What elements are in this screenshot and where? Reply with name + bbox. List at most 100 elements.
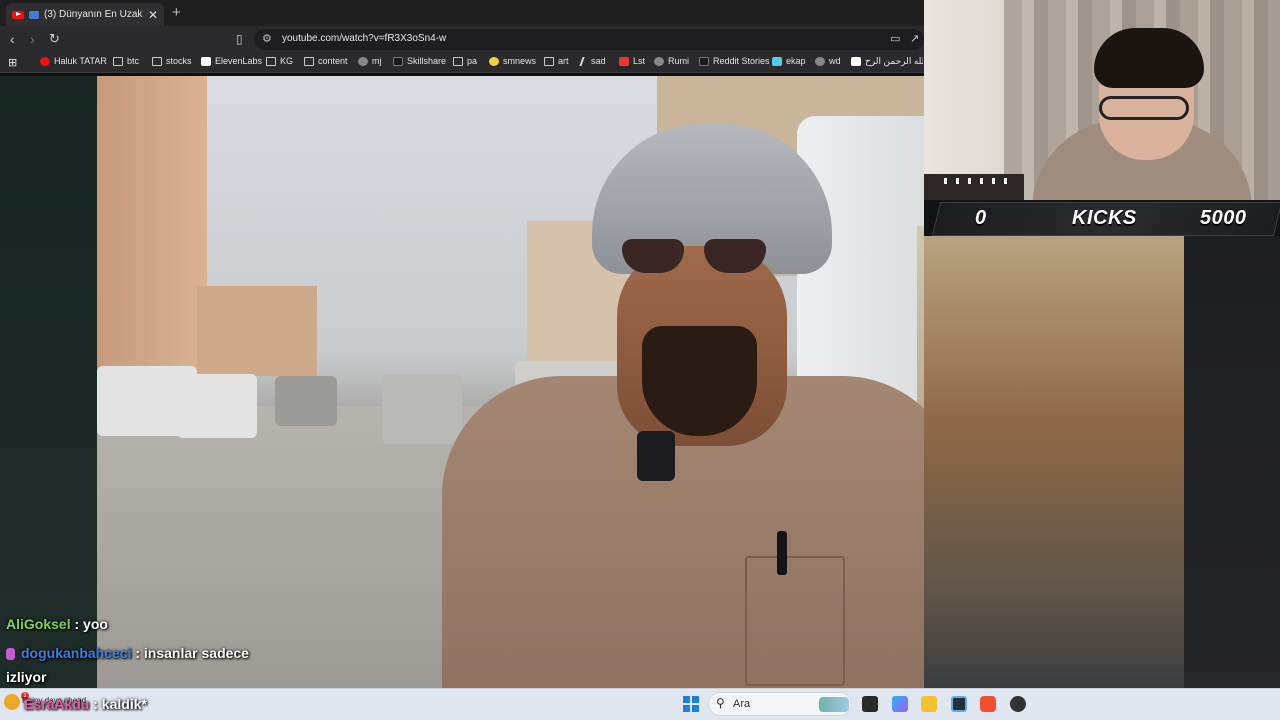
browser-tab-bar: (3) Dünyanın En Uzak Adasını... ✕ + (0, 0, 924, 26)
folder-icon (113, 56, 123, 66)
folder-icon (544, 56, 554, 66)
bird-icon (772, 56, 782, 66)
s-logo-icon (619, 56, 629, 66)
folder-icon (304, 56, 314, 66)
reload-icon[interactable]: ↻ (49, 31, 60, 47)
bookmark-ekap[interactable]: ekap (772, 56, 806, 66)
stream-left-panel (0, 76, 97, 688)
search-icon: ⚲ (716, 696, 725, 710)
obs-icon[interactable] (1010, 696, 1026, 712)
task-view-icon[interactable] (862, 696, 878, 712)
video-scene-car (275, 376, 337, 426)
youtube-red-icon (40, 56, 50, 66)
share-icon[interactable]: ↗ (910, 32, 919, 45)
close-tab-icon[interactable]: ✕ (148, 8, 158, 22)
video-person-beard (642, 326, 757, 436)
browser-toolbar: ‹ › ↻ ▯ ⚙ youtube.com/watch?v=fR3X3oSn4-… (0, 26, 924, 53)
youtube-icon (12, 10, 24, 19)
bookmark-content[interactable]: content (304, 56, 348, 66)
screen: (3) Dünyanın En Uzak Adasını... ✕ + ‹ › … (0, 0, 1280, 720)
bookmark-reddit-stories[interactable]: Reddit Stories (699, 56, 770, 66)
search-highlight-image (819, 697, 849, 712)
brave-browser-icon[interactable] (980, 696, 996, 712)
smiley-icon (489, 56, 499, 66)
bookmark-arabic[interactable]: الله الرحمن الرح... (851, 56, 923, 67)
video-person-pen (777, 531, 787, 575)
url-text: youtube.com/watch?v=fR3X3oSn4-w (282, 33, 447, 44)
windows-taskbar (0, 688, 1280, 720)
video-scene-car (177, 374, 257, 438)
bookmark-skillshare[interactable]: Skillshare (393, 56, 446, 66)
search-placeholder: Ara (733, 698, 751, 710)
skillshare-icon (393, 56, 403, 66)
chat-message: EsraAkdu : kaldik* (24, 696, 147, 712)
folder-icon (453, 56, 463, 66)
chat-text: : yoo (74, 616, 108, 632)
bookmark-rumi[interactable]: Rumi (654, 56, 689, 66)
back-icon[interactable]: ‹ (10, 31, 15, 47)
audio-playing-icon (29, 10, 39, 19)
bookmark-wd[interactable]: wd (815, 56, 841, 66)
taskbar-search[interactable]: ⚲ Ara (708, 692, 852, 716)
video-scene-building (197, 286, 317, 376)
cast-icon[interactable]: ▭ (890, 32, 900, 45)
video-scene-building (97, 76, 207, 376)
d-logo-icon (699, 56, 709, 66)
streamer-webcam (924, 0, 1280, 200)
chat-text: : insanlar sadece (135, 645, 249, 661)
bookmark-btc[interactable]: btc (113, 56, 139, 66)
chat-username: EsraAkdu (24, 696, 90, 712)
video-person-pocket (745, 556, 845, 686)
chat-message: AliGoksel : yoo (6, 616, 108, 632)
video-person-microphone (637, 431, 675, 481)
snipping-tool-icon[interactable] (951, 696, 967, 712)
stream-right-dark-strip (1184, 236, 1280, 688)
bookmark-icon[interactable]: ▯ (236, 32, 243, 46)
folder-icon (266, 56, 276, 66)
file-explorer-icon[interactable] (921, 696, 937, 712)
w-logo-icon (815, 56, 825, 66)
globe-icon (654, 56, 664, 66)
chat-message: dogukanbahceci : insanlar sadece (6, 645, 249, 661)
elevenlabs-icon (201, 56, 211, 66)
bookmarks-bar: ⊞ Haluk TATAR btc stocks ElevenLabs KG c… (0, 53, 924, 73)
stream-right-video-crop (924, 236, 1184, 688)
webcam-string-lights (944, 178, 1014, 184)
weather-icon[interactable] (4, 694, 20, 710)
kicks-goal-value: 5000 (1200, 207, 1247, 229)
bookmark-art[interactable]: art (544, 56, 569, 66)
subscriber-badge-icon (6, 648, 15, 661)
chat-text: izliyor (6, 669, 47, 685)
video-scene-car (382, 374, 462, 444)
bookmark-smnews[interactable]: smnews (489, 56, 536, 66)
page-icon (851, 57, 861, 66)
apps-grid-icon[interactable]: ⊞ (8, 56, 17, 69)
webcam-streamer-glasses (1099, 96, 1189, 120)
video-person-sunglasses (622, 239, 772, 275)
bookmark-elevenlabs[interactable]: ElevenLabs (201, 56, 262, 66)
chat-username: dogukanbahceci (21, 645, 132, 661)
copilot-icon[interactable] (892, 696, 908, 712)
github-icon (358, 56, 368, 66)
bookmark-lst[interactable]: Lst (619, 56, 645, 66)
bookmark-pa[interactable]: pa (453, 56, 477, 66)
bookmark-kg[interactable]: KG (266, 56, 293, 66)
browser-tab-active[interactable]: (3) Dünyanın En Uzak Adasını... ✕ (6, 3, 164, 26)
site-info-icon[interactable]: ⚙ (262, 32, 272, 45)
bookmark-sad[interactable]: sad (579, 56, 606, 66)
youtube-video-frame[interactable] (97, 76, 924, 688)
forward-icon[interactable]: › (30, 31, 35, 47)
tab-title: (3) Dünyanın En Uzak Adasını... (44, 9, 143, 20)
folder-icon (152, 56, 162, 66)
webcam-streamer-hair (1094, 28, 1204, 88)
bookmark-stocks[interactable]: stocks (152, 56, 192, 66)
bookmark-mj[interactable]: mj (358, 56, 382, 66)
windows-start-icon[interactable] (683, 696, 699, 712)
chat-message-continued: izliyor (6, 669, 46, 685)
slash-icon (579, 56, 589, 66)
address-bar[interactable]: ⚙ youtube.com/watch?v=fR3X3oSn4-w ▭ ↗ (254, 29, 924, 50)
new-tab-button[interactable]: + (172, 4, 181, 21)
chat-username: AliGoksel (6, 616, 71, 632)
chat-text: : kaldik* (93, 696, 147, 712)
bookmark-haluk-tatar[interactable]: Haluk TATAR (40, 56, 107, 66)
